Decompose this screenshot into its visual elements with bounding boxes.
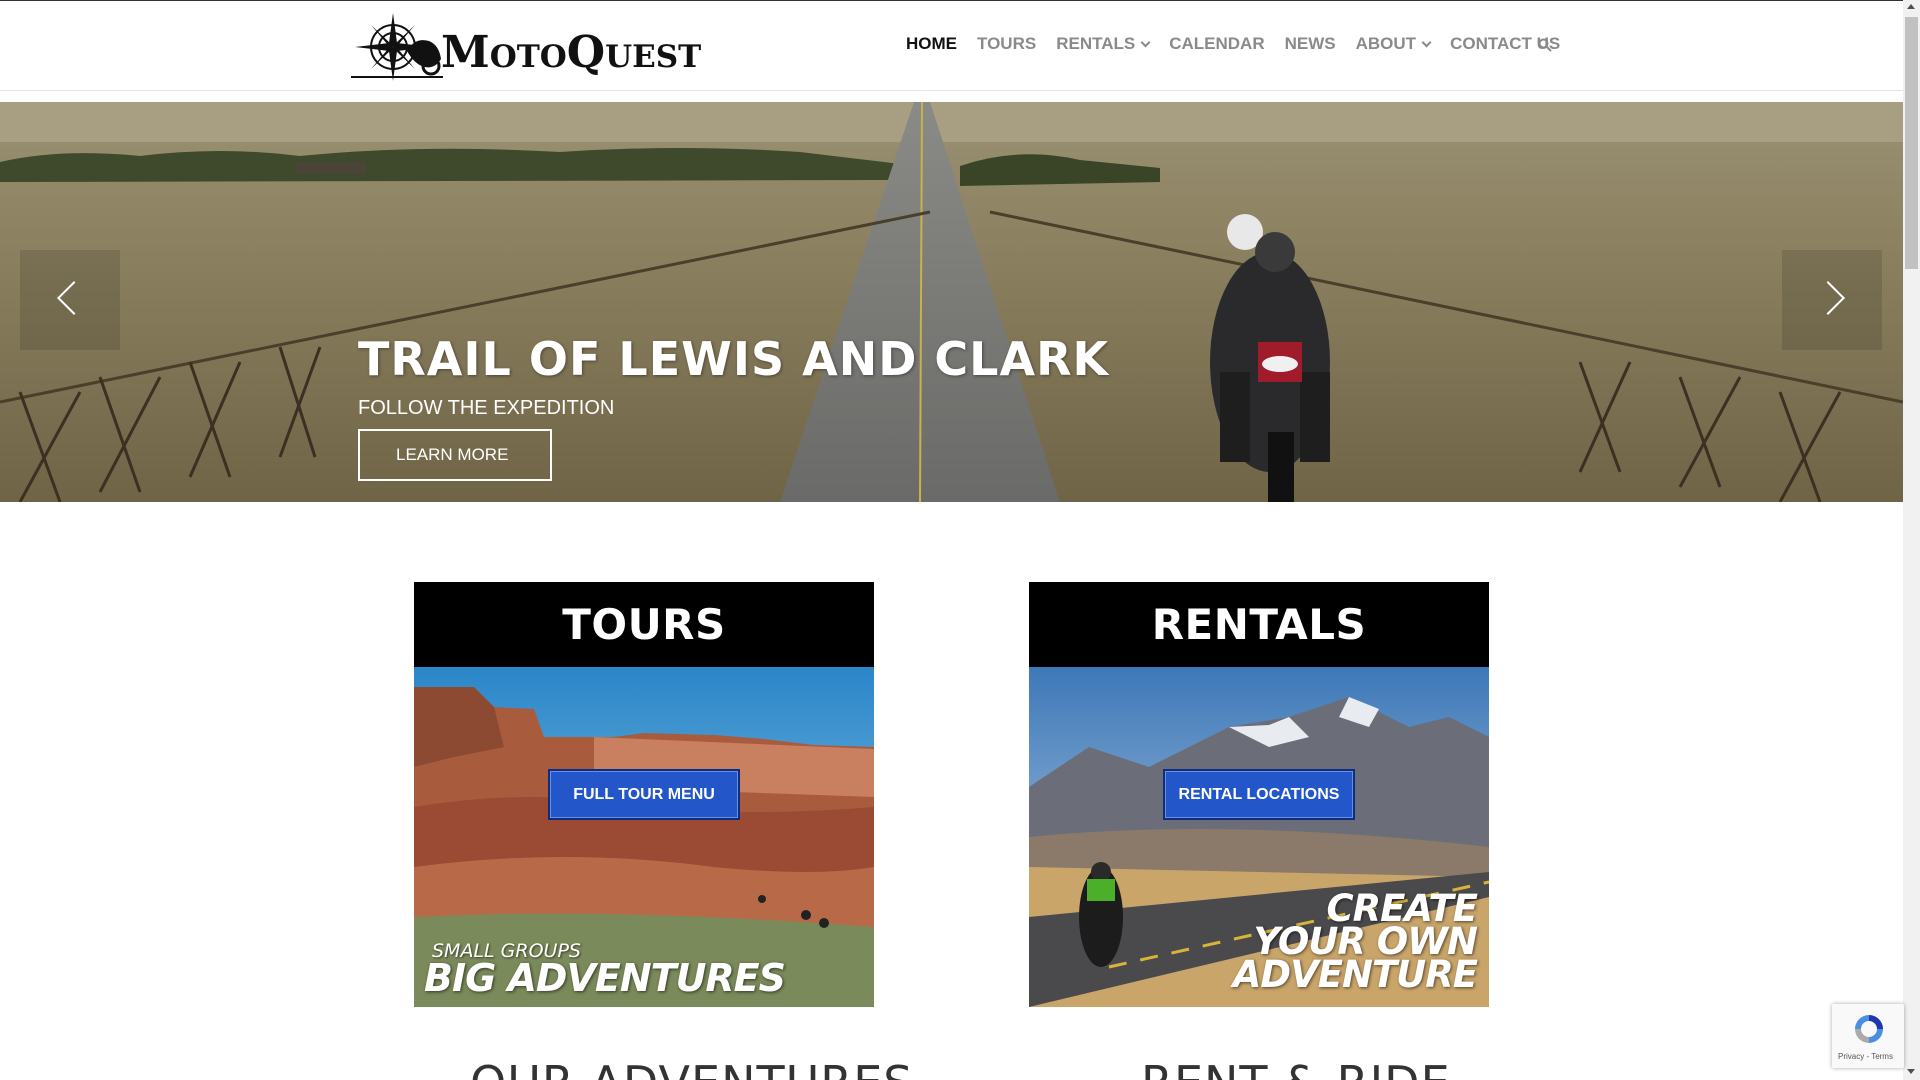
site-logo[interactable]: MotoQuest <box>351 11 701 81</box>
tours-card-heading: TOURS <box>414 582 874 667</box>
chevron-right-icon <box>1811 281 1845 315</box>
full-tour-menu-button[interactable]: FULL TOUR MENU <box>548 769 740 820</box>
slider-prev-button[interactable] <box>20 250 120 350</box>
nav-item-home[interactable]: HOME <box>906 34 957 54</box>
nav-item-label: RENTALS <box>1056 34 1136 53</box>
tours-card[interactable]: TOURS FULL TOUR MENU SMALL GROUPS BIG AD… <box>414 582 874 1007</box>
rentals-card-heading: RENTALS <box>1029 582 1489 667</box>
scrollbar-thumb[interactable] <box>1905 17 1918 269</box>
rentals-tagline-line: ADVENTURE <box>1232 953 1478 996</box>
tours-tagline-big: BIG ADVENTURES <box>424 956 786 1000</box>
search-icon[interactable] <box>1538 38 1552 52</box>
rentals-card[interactable]: RENTALS RENTAL LOCATIONS CREATE YOUR OWN… <box>1029 582 1489 1007</box>
nav-item-tours[interactable]: TOURS <box>977 34 1036 54</box>
compass-logo-icon <box>351 13 443 81</box>
nav-item-about[interactable]: ABOUT <box>1355 34 1432 54</box>
page-scrollbar[interactable] <box>1903 0 1920 1080</box>
nav-item-label: HOME <box>906 34 957 53</box>
learn-more-button[interactable]: LEARN MORE <box>358 429 552 481</box>
nav-item-calendar[interactable]: CALENDAR <box>1169 34 1264 54</box>
site-header: MotoQuest HOME TOURS RENTALS CALENDAR NE… <box>0 0 1903 91</box>
scroll-down-arrow-icon[interactable] <box>1907 1069 1915 1074</box>
nav-item-rentals[interactable]: RENTALS <box>1056 34 1151 54</box>
rental-locations-button[interactable]: RENTAL LOCATIONS <box>1163 769 1355 820</box>
hero-slider: TRAIL OF LEWIS AND CLARK FOLLOW THE EXPE… <box>0 102 1903 502</box>
chevron-down-icon <box>1140 37 1151 47</box>
rent-and-ride-heading: RENT & RIDE <box>1141 1056 1451 1080</box>
slider-next-button[interactable] <box>1782 250 1882 350</box>
recaptcha-badge[interactable]: Privacy - Terms <box>1832 1004 1904 1068</box>
main-nav: HOME TOURS RENTALS CALENDAR NEWS ABOUT C… <box>906 34 1580 54</box>
nav-item-label: CALENDAR <box>1169 34 1265 53</box>
recaptcha-links[interactable]: Privacy - Terms <box>1838 1052 1893 1061</box>
nav-item-news[interactable]: NEWS <box>1285 34 1336 54</box>
hero-background-image <box>0 102 1903 502</box>
rentals-tagline: CREATE YOUR OWN ADVENTURE <box>1232 890 1478 996</box>
hero-title: TRAIL OF LEWIS AND CLARK <box>358 332 1110 386</box>
logo-wordmark: MotoQuest <box>441 26 702 78</box>
hero-subtitle: FOLLOW THE EXPEDITION <box>358 397 615 419</box>
chevron-left-icon <box>57 281 91 315</box>
nav-item-label: TOURS <box>977 34 1037 53</box>
nav-item-label: ABOUT <box>1355 34 1417 53</box>
our-adventures-heading: OUR ADVENTURES <box>470 1056 913 1080</box>
scroll-up-arrow-icon[interactable] <box>1907 4 1915 9</box>
recaptcha-icon <box>1855 1015 1883 1043</box>
chevron-down-icon <box>1421 37 1432 47</box>
nav-item-label: NEWS <box>1284 34 1336 53</box>
